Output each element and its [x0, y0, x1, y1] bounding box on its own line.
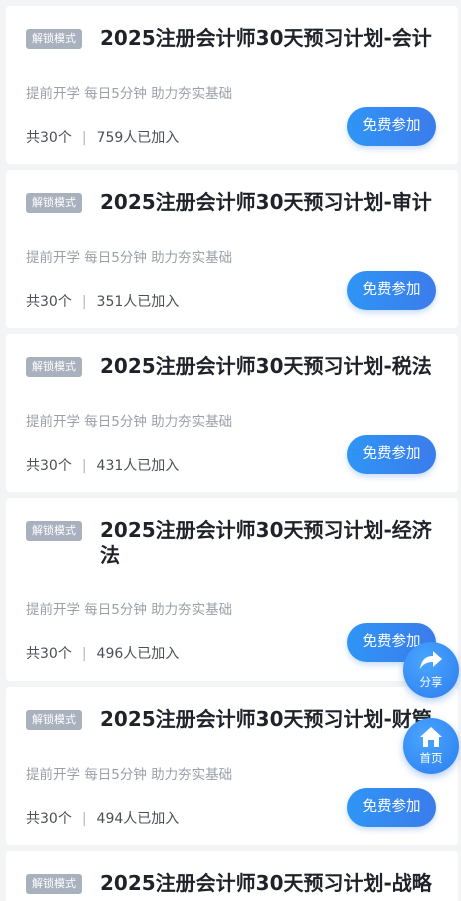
plan-meta: 共30个 | 351人已加入 [26, 291, 179, 311]
unlock-mode-tag: 解锁模式 [26, 357, 82, 377]
share-arrow-icon [420, 651, 442, 669]
joined-count: 759人已加入 [96, 130, 180, 146]
plan-card[interactable]: 解锁模式 2025注册会计师30天预习计划-会计 提前开学 每日5分钟 助力夯实… [6, 6, 458, 164]
plan-title: 2025注册会计师30天预习计划-战略 [100, 871, 432, 895]
plan-description: 提前开学 每日5分钟 助力夯实基础 [26, 250, 233, 266]
lesson-count: 共30个 [26, 646, 72, 662]
plan-card[interactable]: 解锁模式 2025注册会计师30天预习计划-战略 [6, 851, 458, 901]
plan-title: 2025注册会计师30天预习计划-经济法 [100, 518, 432, 567]
joined-count: 431人已加入 [96, 458, 180, 474]
unlock-mode-tag: 解锁模式 [26, 193, 82, 213]
joined-count: 496人已加入 [96, 646, 180, 662]
plan-description: 提前开学 每日5分钟 助力夯实基础 [26, 602, 233, 618]
plan-title: 2025注册会计师30天预习计划-税法 [100, 354, 432, 378]
plan-card[interactable]: 解锁模式 2025注册会计师30天预习计划-审计 提前开学 每日5分钟 助力夯实… [6, 170, 458, 328]
plan-description: 提前开学 每日5分钟 助力夯实基础 [26, 86, 233, 102]
join-free-button[interactable]: 免费参加 [347, 788, 436, 827]
meta-separator: | [81, 646, 87, 662]
share-button[interactable]: 分享 [403, 642, 459, 698]
plan-title: 2025注册会计师30天预习计划-审计 [100, 190, 432, 214]
joined-count: 351人已加入 [96, 294, 180, 310]
meta-separator: | [81, 811, 87, 827]
unlock-mode-tag: 解锁模式 [26, 710, 82, 730]
meta-separator: | [81, 294, 87, 310]
plan-card[interactable]: 解锁模式 2025注册会计师30天预习计划-财管 提前开学 每日5分钟 助力夯实… [6, 687, 458, 845]
lesson-count: 共30个 [26, 130, 72, 146]
joined-count: 494人已加入 [96, 811, 180, 827]
lesson-count: 共30个 [26, 458, 72, 474]
plan-meta: 共30个 | 494人已加入 [26, 808, 179, 828]
home-label: 首页 [419, 751, 443, 765]
unlock-mode-tag: 解锁模式 [26, 29, 82, 49]
plan-card[interactable]: 解锁模式 2025注册会计师30天预习计划-经济法 提前开学 每日5分钟 助力夯… [6, 498, 458, 681]
plan-meta: 共30个 | 431人已加入 [26, 455, 179, 475]
plan-meta: 共30个 | 496人已加入 [26, 643, 179, 663]
join-free-button[interactable]: 免费参加 [347, 107, 436, 146]
lesson-count: 共30个 [26, 811, 72, 827]
meta-separator: | [81, 130, 87, 146]
plan-title: 2025注册会计师30天预习计划-财管 [100, 707, 432, 731]
plan-title: 2025注册会计师30天预习计划-会计 [100, 26, 432, 50]
home-icon [420, 727, 442, 747]
plan-description: 提前开学 每日5分钟 助力夯实基础 [26, 767, 233, 783]
plan-meta: 共30个 | 759人已加入 [26, 127, 179, 147]
unlock-mode-tag: 解锁模式 [26, 521, 82, 541]
join-free-button[interactable]: 免费参加 [347, 271, 436, 310]
lesson-count: 共30个 [26, 294, 72, 310]
unlock-mode-tag: 解锁模式 [26, 874, 82, 894]
plan-card[interactable]: 解锁模式 2025注册会计师30天预习计划-税法 提前开学 每日5分钟 助力夯实… [6, 334, 458, 492]
meta-separator: | [81, 458, 87, 474]
plan-description: 提前开学 每日5分钟 助力夯实基础 [26, 414, 233, 430]
join-free-button[interactable]: 免费参加 [347, 435, 436, 474]
home-button[interactable]: 首页 [403, 718, 459, 774]
share-label: 分享 [419, 675, 443, 689]
